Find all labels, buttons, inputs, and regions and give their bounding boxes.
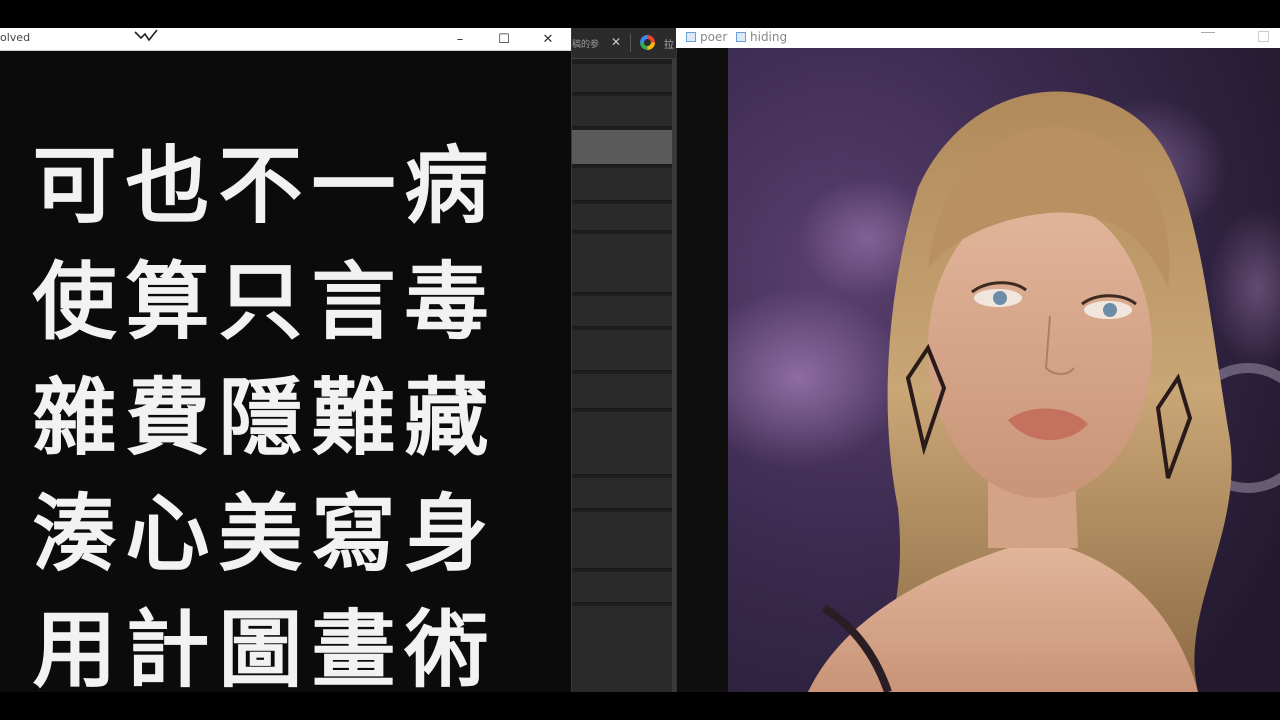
minimize-icon[interactable] bbox=[1201, 32, 1215, 33]
list-item[interactable] bbox=[572, 512, 676, 569]
poem-character: 毒 bbox=[404, 252, 489, 351]
list-item-selected[interactable] bbox=[572, 130, 676, 165]
list-item[interactable] bbox=[572, 374, 676, 409]
tab-label: hiding bbox=[750, 30, 788, 44]
poem-character: 用 bbox=[32, 600, 117, 699]
list-item[interactable] bbox=[572, 412, 676, 475]
background-window-edge bbox=[676, 28, 729, 692]
browser-tab-bar: 稿的参 ✕ 拉 bbox=[572, 28, 676, 59]
browser-tab-label-2[interactable]: 拉 bbox=[664, 36, 674, 51]
list-item[interactable] bbox=[572, 168, 676, 201]
image-window bbox=[728, 28, 1280, 692]
list-item[interactable] bbox=[572, 96, 676, 127]
tab-label: poer bbox=[700, 30, 728, 44]
list-item[interactable] bbox=[572, 606, 676, 693]
poem-character: 雜 bbox=[32, 368, 117, 467]
background-browser-window: 稿的参 ✕ 拉 bbox=[571, 28, 676, 693]
window-icon bbox=[686, 32, 696, 42]
poem-character: 只 bbox=[218, 252, 303, 351]
poem-row: 用計圖畫術 bbox=[28, 592, 528, 708]
list-item[interactable] bbox=[572, 572, 676, 603]
poem-character: 言 bbox=[311, 252, 396, 351]
portrait-photo bbox=[728, 48, 1280, 692]
poem-character: 費 bbox=[125, 368, 210, 467]
poem-character: 術 bbox=[404, 600, 489, 699]
tab-divider bbox=[630, 34, 631, 52]
poem-character: 計 bbox=[125, 600, 210, 699]
list-item[interactable] bbox=[572, 204, 676, 231]
list-item[interactable] bbox=[572, 234, 676, 293]
poem-character: 身 bbox=[404, 484, 489, 583]
minimize-button[interactable]: – bbox=[437, 28, 483, 50]
poem-character: 美 bbox=[218, 484, 303, 583]
cursor-icon bbox=[133, 28, 159, 48]
maximize-button[interactable]: ☐ bbox=[481, 28, 527, 50]
close-button[interactable]: ✕ bbox=[525, 28, 571, 50]
poem-grid: 可也不一病使算只言毒雜費隱難藏湊心美寫身用計圖畫術 bbox=[28, 128, 528, 708]
poem-character: 可 bbox=[32, 136, 117, 235]
tab-hiding[interactable]: hiding bbox=[736, 30, 787, 44]
poem-character: 隱 bbox=[218, 368, 303, 467]
tab-poem[interactable]: poer bbox=[686, 30, 727, 44]
browser-tab-label[interactable]: 稿的参 bbox=[572, 37, 599, 50]
poem-row: 雜費隱難藏 bbox=[28, 360, 528, 476]
poem-character: 圖 bbox=[218, 600, 303, 699]
poem-window: olved – ☐ ✕ 可也不一病使算只言毒雜費隱難藏湊心美寫身用計圖畫術 bbox=[0, 28, 571, 692]
poem-character: 湊 bbox=[32, 484, 117, 583]
letterbox-top bbox=[0, 0, 1280, 28]
window-icon bbox=[736, 32, 746, 42]
list-item[interactable] bbox=[572, 64, 676, 93]
list-item[interactable] bbox=[572, 296, 676, 327]
poem-character: 也 bbox=[125, 136, 210, 235]
poem-row: 湊心美寫身 bbox=[28, 476, 528, 592]
poem-character: 算 bbox=[125, 252, 210, 351]
list-item[interactable] bbox=[572, 330, 676, 371]
google-icon bbox=[640, 35, 655, 50]
poem-character: 藏 bbox=[404, 368, 489, 467]
poem-row: 使算只言毒 bbox=[28, 244, 528, 360]
letterbox-bottom bbox=[0, 692, 1280, 720]
poem-character: 不 bbox=[218, 136, 303, 235]
poem-character: 使 bbox=[32, 252, 117, 351]
maximize-icon[interactable] bbox=[1258, 31, 1269, 42]
poem-character: 畫 bbox=[311, 600, 396, 699]
poem-character: 寫 bbox=[311, 484, 396, 583]
tab-close-icon[interactable]: ✕ bbox=[611, 35, 621, 49]
list-item[interactable] bbox=[572, 478, 676, 509]
image-window-tabbar: poer hiding bbox=[676, 28, 1280, 48]
poem-character: 難 bbox=[311, 368, 396, 467]
poem-character: 一 bbox=[311, 136, 396, 235]
poem-character: 心 bbox=[125, 484, 210, 583]
window-title: olved bbox=[0, 31, 31, 44]
poem-window-titlebar[interactable]: olved – ☐ ✕ bbox=[0, 28, 571, 51]
poem-row: 可也不一病 bbox=[28, 128, 528, 244]
poem-character: 病 bbox=[404, 136, 489, 235]
